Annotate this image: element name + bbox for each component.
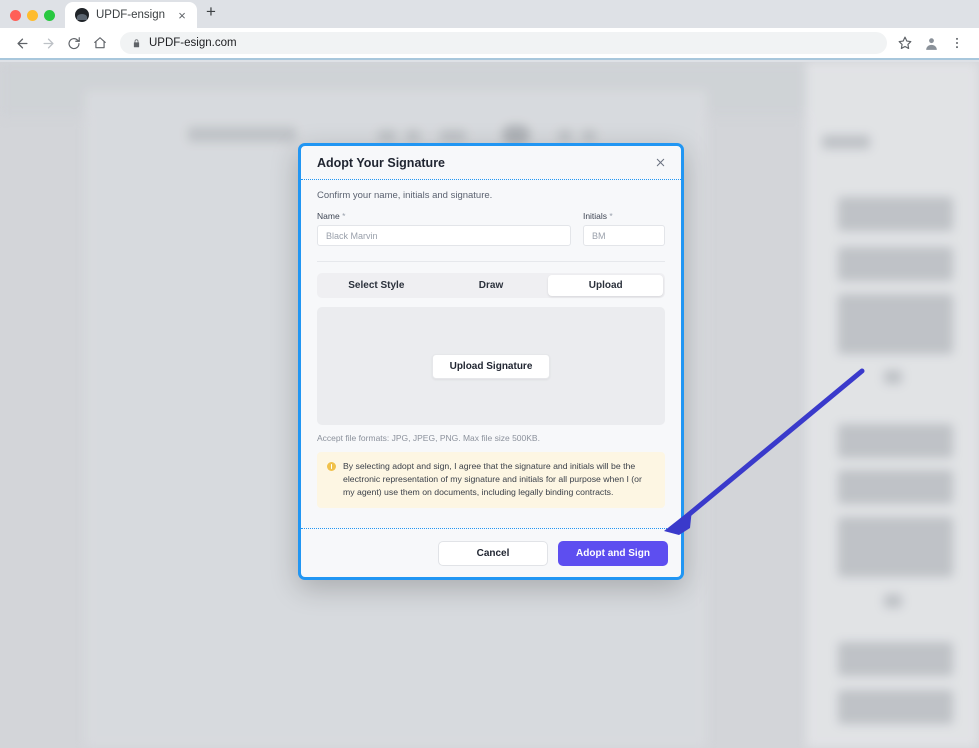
initials-input[interactable]: BM [582,225,665,246]
tab-upload[interactable]: Upload [548,275,664,296]
dialog-header: Adopt Your Signature [301,146,681,179]
tab-select-style[interactable]: Select Style [319,275,434,296]
url-text: UPDF-esign.com [149,37,237,49]
avatar-icon[interactable] [919,31,943,55]
toolbar-right-actions [893,31,969,55]
name-input[interactable]: Black Marvin [317,225,571,246]
back-arrow-icon[interactable] [10,31,34,55]
dialog-title: Adopt Your Signature [317,155,446,170]
chrome-bottom-line [0,58,979,60]
consent-notice-text: By selecting adopt and sign, I agree tha… [343,461,642,497]
signature-drop-zone[interactable]: Upload Signature [317,307,665,425]
section-divider [317,261,665,262]
upload-signature-button[interactable]: Upload Signature [431,353,551,379]
lock-icon [133,38,140,47]
consent-notice: By selecting adopt and sign, I agree tha… [317,452,665,508]
minimize-window-button[interactable] [27,10,38,21]
updf-favicon-icon [75,8,89,22]
browser-tab[interactable]: UPDF-ensign × [65,2,197,28]
initials-field-group: Initials * BM [582,211,665,246]
tab-strip: UPDF-ensign × + [0,0,979,28]
browser-window: UPDF-ensign × + UPDF-esign.com Adopt You… [0,0,979,748]
reload-icon[interactable] [62,31,86,55]
close-window-button[interactable] [10,10,21,21]
new-tab-button[interactable]: + [197,3,225,28]
initials-field-label: Initials * [582,211,613,221]
tab-close-icon[interactable]: × [175,9,189,22]
maximize-window-button[interactable] [44,10,55,21]
name-field-group: Name * Black Marvin [317,211,571,246]
adopt-and-sign-button[interactable]: Adopt and Sign [558,540,668,566]
address-bar[interactable]: UPDF-esign.com [120,32,887,54]
name-field-label: Name * [317,211,346,221]
browser-toolbar: UPDF-esign.com [0,28,979,58]
star-icon[interactable] [893,31,917,55]
dialog-footer: Cancel Adopt and Sign [301,529,681,577]
three-dot-menu-icon[interactable] [945,31,969,55]
signature-mode-tabs: Select Style Draw Upload [317,273,665,298]
home-icon[interactable] [88,31,112,55]
info-icon [327,462,336,471]
identity-fields: Name * Black Marvin Initials * BM [317,211,665,246]
cancel-button[interactable]: Cancel [438,540,548,566]
window-traffic-lights [8,10,65,28]
tab-title: UPDF-ensign [96,9,166,21]
accepted-formats-note: Accept file formats: JPG, JPEG, PNG. Max… [317,433,540,443]
dialog-body: Confirm your name, initials and signatur… [301,180,681,528]
dialog-subtitle: Confirm your name, initials and signatur… [317,190,493,201]
tab-draw[interactable]: Draw [434,275,549,296]
forward-arrow-icon[interactable] [36,31,60,55]
adopt-your-signature-dialog: Adopt Your Signature Confirm your name, … [298,143,684,580]
close-icon[interactable] [652,155,668,171]
